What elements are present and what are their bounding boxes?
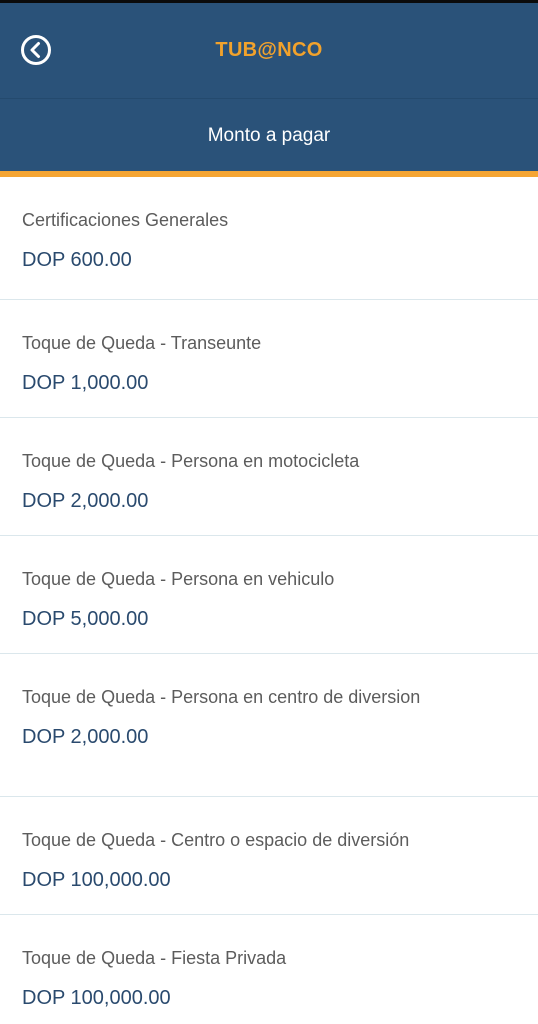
item-label: Toque de Queda - Transeunte	[22, 333, 262, 353]
item-label: Certificaciones Generales	[22, 210, 229, 230]
item-label: Toque de Queda - Persona en centro de di…	[22, 687, 421, 707]
item-label: Toque de Queda - Persona en motocicleta	[22, 451, 360, 471]
list-item[interactable]: Toque de Queda - Persona en centro de di…	[0, 654, 538, 797]
app-header: TUB@NCO	[0, 0, 538, 98]
list-item[interactable]: Toque de Queda - Persona en vehiculo DOP…	[0, 536, 538, 654]
item-label: Toque de Queda - Persona en vehiculo	[22, 569, 335, 589]
payment-list: Certificaciones Generales DOP 600.00 Toq…	[0, 177, 538, 1024]
list-item[interactable]: Toque de Queda - Centro o espacio de div…	[0, 797, 538, 915]
item-label: Toque de Queda - Centro o espacio de div…	[22, 830, 410, 850]
page-subheader: Monto a pagar	[0, 98, 538, 171]
item-amount: DOP 600.00	[22, 249, 132, 271]
list-item[interactable]: Toque de Queda - Transeunte DOP 1,000.00	[0, 300, 538, 418]
list-item[interactable]: Toque de Queda - Persona en motocicleta …	[0, 418, 538, 536]
item-amount: DOP 100,000.00	[22, 987, 171, 1009]
item-amount: DOP 5,000.00	[22, 608, 149, 630]
item-label: Toque de Queda - Fiesta Privada	[22, 948, 287, 968]
app-title: TUB@NCO	[215, 39, 323, 61]
item-amount: DOP 100,000.00	[22, 869, 171, 891]
item-amount: DOP 1,000.00	[22, 372, 149, 394]
item-amount: DOP 2,000.00	[22, 726, 149, 748]
item-amount: DOP 2,000.00	[22, 490, 149, 512]
page-title: Monto a pagar	[207, 125, 331, 146]
list-item[interactable]: Toque de Queda - Fiesta Privada DOP 100,…	[0, 915, 538, 1024]
list-item[interactable]: Certificaciones Generales DOP 600.00	[0, 177, 538, 300]
